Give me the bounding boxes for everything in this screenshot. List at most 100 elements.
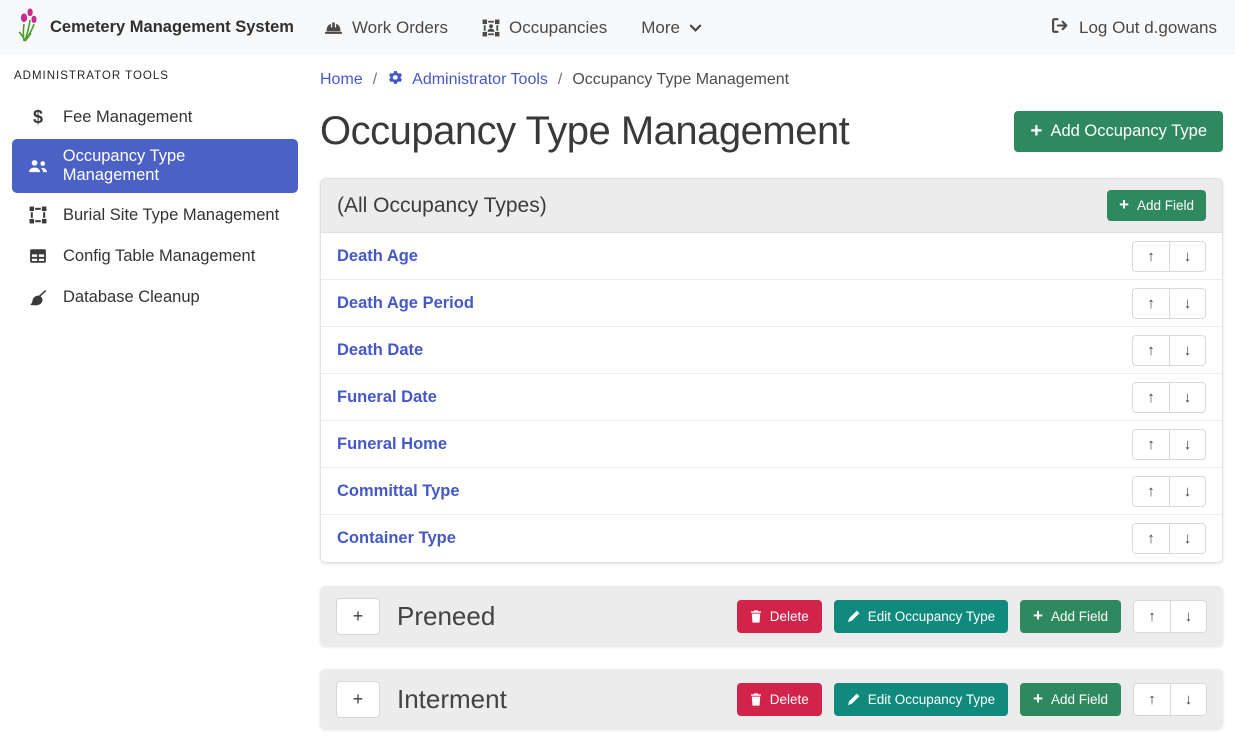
up-arrow-icon: ↑ — [1147, 342, 1155, 359]
reorder-buttons: ↑ ↓ — [1132, 382, 1206, 413]
plus-icon: + — [1119, 197, 1129, 214]
brand-home-link[interactable]: Cemetery Management System — [14, 8, 294, 47]
down-arrow-icon: ↓ — [1185, 691, 1193, 708]
move-up-button[interactable]: ↑ — [1132, 429, 1169, 460]
up-arrow-icon: ↑ — [1147, 389, 1155, 406]
sidebar-item-database-cleanup[interactable]: Database Cleanup — [12, 278, 298, 316]
dollar-icon: $ — [26, 107, 50, 128]
move-up-button[interactable]: ↑ — [1132, 288, 1169, 319]
up-arrow-icon: ↑ — [1147, 248, 1155, 265]
move-up-button[interactable]: ↑ — [1133, 683, 1170, 716]
move-down-button[interactable]: ↓ — [1169, 476, 1206, 507]
field-link[interactable]: Committal Type — [337, 482, 460, 501]
up-arrow-icon: ↑ — [1147, 436, 1155, 453]
nav-item-work-orders[interactable]: Work Orders — [324, 18, 448, 38]
breadcrumb-link-home[interactable]: Home — [320, 71, 363, 89]
move-down-button[interactable]: ↓ — [1170, 600, 1207, 633]
plus-icon: + — [1033, 608, 1043, 625]
field-row-death-age-period: Death Age Period ↑ ↓ — [321, 280, 1222, 327]
nav-item-more[interactable]: More — [641, 18, 702, 38]
delete-button[interactable]: Delete — [737, 683, 822, 716]
delete-button[interactable]: Delete — [737, 600, 822, 633]
pencil-icon — [847, 693, 860, 706]
sidebar-item-occupancy-type-management[interactable]: Occupancy Type Management — [12, 139, 298, 193]
field-link[interactable]: Funeral Date — [337, 388, 437, 407]
card-title: (All Occupancy Types) — [337, 194, 547, 218]
add-occupancy-type-button[interactable]: + Add Occupancy Type — [1014, 111, 1223, 152]
move-down-button[interactable]: ↓ — [1169, 288, 1206, 319]
add-field-label: Add Field — [1051, 609, 1108, 624]
sidebar-item-label: Database Cleanup — [63, 288, 200, 307]
edit-occupancy-type-button[interactable]: Edit Occupancy Type — [834, 600, 1008, 633]
move-up-button[interactable]: ↑ — [1133, 600, 1170, 633]
move-down-button[interactable]: ↓ — [1169, 523, 1206, 554]
logout-icon — [1051, 17, 1070, 39]
down-arrow-icon: ↓ — [1184, 342, 1192, 359]
sidebar-item-burial-site-type-management[interactable]: Burial Site Type Management — [12, 196, 298, 234]
add-field-button-all-types[interactable]: + Add Field — [1107, 190, 1206, 221]
tulip-logo-icon — [14, 8, 40, 47]
field-link[interactable]: Container Type — [337, 529, 456, 548]
sidebar-item-label: Fee Management — [63, 108, 192, 127]
occupancy-type-section-preneed: + Preneed Delete — [320, 586, 1223, 646]
nav-item-label: Occupancies — [509, 18, 607, 38]
expand-section-button[interactable]: + — [336, 681, 380, 718]
field-link[interactable]: Funeral Home — [337, 435, 447, 454]
gear-icon — [387, 69, 404, 91]
down-arrow-icon: ↓ — [1184, 295, 1192, 312]
nav-item-label: Work Orders — [352, 18, 448, 38]
move-down-button[interactable]: ↓ — [1170, 683, 1207, 716]
nav-item-occupancies[interactable]: Occupancies — [482, 18, 607, 38]
move-up-button[interactable]: ↑ — [1132, 382, 1169, 413]
move-up-button[interactable]: ↑ — [1132, 241, 1169, 272]
up-arrow-icon: ↑ — [1148, 691, 1156, 708]
plus-icon: + — [1030, 121, 1042, 142]
reorder-buttons: ↑ ↓ — [1132, 523, 1206, 554]
app-window: Cemetery Management System Work Orders — [0, 0, 1235, 738]
down-arrow-icon: ↓ — [1184, 248, 1192, 265]
table-icon — [26, 248, 50, 264]
reorder-buttons: ↑ ↓ — [1132, 241, 1206, 272]
add-field-button[interactable]: + Add Field — [1020, 600, 1121, 633]
reorder-buttons: ↑ ↓ — [1133, 683, 1207, 716]
top-navbar: Cemetery Management System Work Orders — [0, 0, 1235, 55]
move-down-button[interactable]: ↓ — [1169, 429, 1206, 460]
sidebar-item-config-table-management[interactable]: Config Table Management — [12, 237, 298, 275]
breadcrumb-label: Administrator Tools — [412, 71, 548, 89]
logout-button[interactable]: Log Out d.gowans — [1051, 17, 1217, 39]
move-up-button[interactable]: ↑ — [1132, 523, 1169, 554]
move-down-button[interactable]: ↓ — [1169, 335, 1206, 366]
move-down-button[interactable]: ↓ — [1169, 382, 1206, 413]
reorder-buttons: ↑ ↓ — [1132, 288, 1206, 319]
broom-icon — [26, 289, 50, 306]
reorder-buttons: ↑ ↓ — [1132, 476, 1206, 507]
section-actions: Delete Edit Occupancy Type + Add Field — [737, 600, 1207, 633]
field-link[interactable]: Death Date — [337, 341, 423, 360]
plus-icon: + — [1033, 691, 1043, 708]
logout-label: Log Out d.gowans — [1079, 18, 1217, 38]
expand-section-button[interactable]: + — [336, 598, 380, 635]
down-arrow-icon: ↓ — [1184, 436, 1192, 453]
breadcrumb-separator: / — [558, 71, 562, 89]
field-row-death-date: Death Date ↑ ↓ — [321, 327, 1222, 374]
breadcrumb-label: Home — [320, 71, 363, 89]
reorder-buttons: ↑ ↓ — [1132, 429, 1206, 460]
breadcrumb-link-administrator-tools[interactable]: Administrator Tools — [387, 69, 548, 91]
reorder-buttons: ↑ ↓ — [1132, 335, 1206, 366]
occupancy-frame-icon — [482, 19, 500, 37]
chevron-down-icon — [689, 23, 702, 33]
sidebar-item-fee-management[interactable]: $ Fee Management — [12, 98, 298, 136]
up-arrow-icon: ↑ — [1147, 295, 1155, 312]
add-field-button[interactable]: + Add Field — [1020, 683, 1121, 716]
field-link[interactable]: Death Age — [337, 247, 418, 266]
edit-occupancy-type-button[interactable]: Edit Occupancy Type — [834, 683, 1008, 716]
move-up-button[interactable]: ↑ — [1132, 335, 1169, 366]
add-field-label: Add Field — [1051, 692, 1108, 707]
field-link[interactable]: Death Age Period — [337, 294, 474, 313]
move-down-button[interactable]: ↓ — [1169, 241, 1206, 272]
trash-icon — [750, 610, 762, 623]
down-arrow-icon: ↓ — [1184, 530, 1192, 547]
reorder-buttons: ↑ ↓ — [1133, 600, 1207, 633]
move-up-button[interactable]: ↑ — [1132, 476, 1169, 507]
pencil-icon — [847, 610, 860, 623]
